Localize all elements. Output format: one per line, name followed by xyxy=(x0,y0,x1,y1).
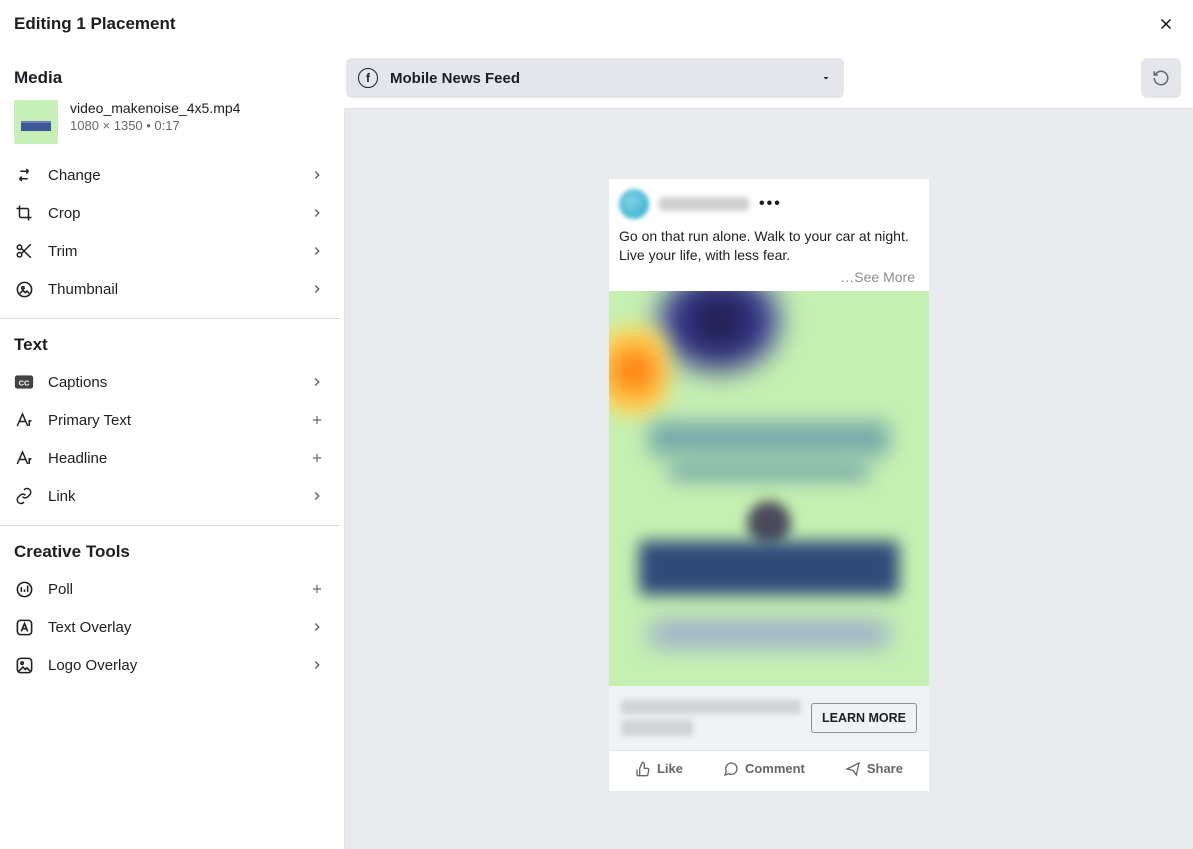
chevron-right-icon xyxy=(308,373,326,391)
media-thumbnail xyxy=(14,100,58,144)
placement-select[interactable]: f Mobile News Feed xyxy=(346,58,844,98)
link-domain-placeholder xyxy=(621,700,801,714)
refresh-icon xyxy=(1152,69,1170,87)
caret-down-icon xyxy=(820,72,832,84)
like-button[interactable]: Like xyxy=(635,761,683,777)
section-media-title: Media xyxy=(0,60,340,96)
link-card-footer: LEARN MORE xyxy=(609,686,929,750)
cta-button[interactable]: LEARN MORE xyxy=(811,703,917,733)
chevron-right-icon xyxy=(308,166,326,184)
chevron-right-icon xyxy=(308,242,326,260)
page-avatar xyxy=(619,189,649,219)
sidebar-item-label: Text Overlay xyxy=(48,619,294,636)
ad-creative xyxy=(609,291,929,686)
poll-icon xyxy=(14,579,34,599)
text-overlay-icon xyxy=(14,617,34,637)
share-icon xyxy=(845,761,861,777)
image-overlay-icon xyxy=(14,655,34,675)
sidebar-item-label: Primary Text xyxy=(48,412,294,429)
divider xyxy=(0,525,340,526)
preview-area: f Mobile News Feed ••• xyxy=(340,48,1193,849)
text-icon xyxy=(14,410,34,430)
refresh-button[interactable] xyxy=(1141,58,1181,98)
sidebar-item-label: Thumbnail xyxy=(48,281,294,298)
sidebar-item-headline[interactable]: Headline xyxy=(0,439,340,477)
sidebar-item-captions[interactable]: CC Captions xyxy=(0,363,340,401)
sidebar-item-label: Link xyxy=(48,488,294,505)
sidebar-item-label: Trim xyxy=(48,243,294,260)
close-button[interactable] xyxy=(1157,15,1175,33)
share-label: Share xyxy=(867,761,903,776)
section-tools-title: Creative Tools xyxy=(0,534,340,570)
sidebar-item-label: Change xyxy=(48,167,294,184)
sidebar: Media video_makenoise_4x5.mp4 1080 × 135… xyxy=(0,48,340,849)
sidebar-item-label: Headline xyxy=(48,450,294,467)
chevron-right-icon xyxy=(308,656,326,674)
preview-canvas: ••• Go on that run alone. Walk to your c… xyxy=(344,108,1193,849)
sidebar-item-thumbnail[interactable]: Thumbnail xyxy=(0,270,340,308)
sidebar-item-trim[interactable]: Trim xyxy=(0,232,340,270)
sidebar-item-label: Captions xyxy=(48,374,294,391)
sidebar-item-label: Logo Overlay xyxy=(48,657,294,674)
see-more-link[interactable]: …See More xyxy=(609,269,929,291)
svg-text:CC: CC xyxy=(19,378,30,387)
close-icon xyxy=(1157,15,1175,33)
link-icon xyxy=(14,486,34,506)
sidebar-item-label: Poll xyxy=(48,581,294,598)
scissors-icon xyxy=(14,241,34,261)
link-headline-placeholder xyxy=(621,720,693,736)
post-menu-button[interactable]: ••• xyxy=(759,195,782,213)
sidebar-item-primary-text[interactable]: Primary Text xyxy=(0,401,340,439)
text-icon xyxy=(14,448,34,468)
sidebar-item-link[interactable]: Link xyxy=(0,477,340,515)
divider xyxy=(0,318,340,319)
sidebar-item-crop[interactable]: Crop xyxy=(0,194,340,232)
like-label: Like xyxy=(657,761,683,776)
ad-preview-card: ••• Go on that run alone. Walk to your c… xyxy=(609,179,929,791)
sidebar-item-change[interactable]: Change xyxy=(0,156,340,194)
comment-button[interactable]: Comment xyxy=(723,761,805,777)
plus-icon xyxy=(308,449,326,467)
media-dimensions: 1080 × 1350 • 0:17 xyxy=(70,118,240,133)
chevron-right-icon xyxy=(308,204,326,222)
swap-icon xyxy=(14,165,34,185)
chevron-right-icon xyxy=(308,618,326,636)
cc-icon: CC xyxy=(14,372,34,392)
media-file-row[interactable]: video_makenoise_4x5.mp4 1080 × 1350 • 0:… xyxy=(0,96,340,156)
crop-icon xyxy=(14,203,34,223)
post-primary-text: Go on that run alone. Walk to your car a… xyxy=(609,225,929,269)
sidebar-item-text-overlay[interactable]: Text Overlay xyxy=(0,608,340,646)
sidebar-item-label: Crop xyxy=(48,205,294,222)
page-name-placeholder xyxy=(659,197,749,211)
chevron-right-icon xyxy=(308,487,326,505)
like-icon xyxy=(635,761,651,777)
comment-label: Comment xyxy=(745,761,805,776)
section-text-title: Text xyxy=(0,327,340,363)
sidebar-item-poll[interactable]: Poll xyxy=(0,570,340,608)
plus-icon xyxy=(308,580,326,598)
page-title: Editing 1 Placement xyxy=(14,14,176,34)
placement-label: Mobile News Feed xyxy=(390,70,808,87)
comment-icon xyxy=(723,761,739,777)
sidebar-item-logo-overlay[interactable]: Logo Overlay xyxy=(0,646,340,684)
facebook-icon: f xyxy=(358,68,378,88)
image-icon xyxy=(14,279,34,299)
chevron-right-icon xyxy=(308,280,326,298)
share-button[interactable]: Share xyxy=(845,761,903,777)
plus-icon xyxy=(308,411,326,429)
media-filename: video_makenoise_4x5.mp4 xyxy=(70,100,240,116)
